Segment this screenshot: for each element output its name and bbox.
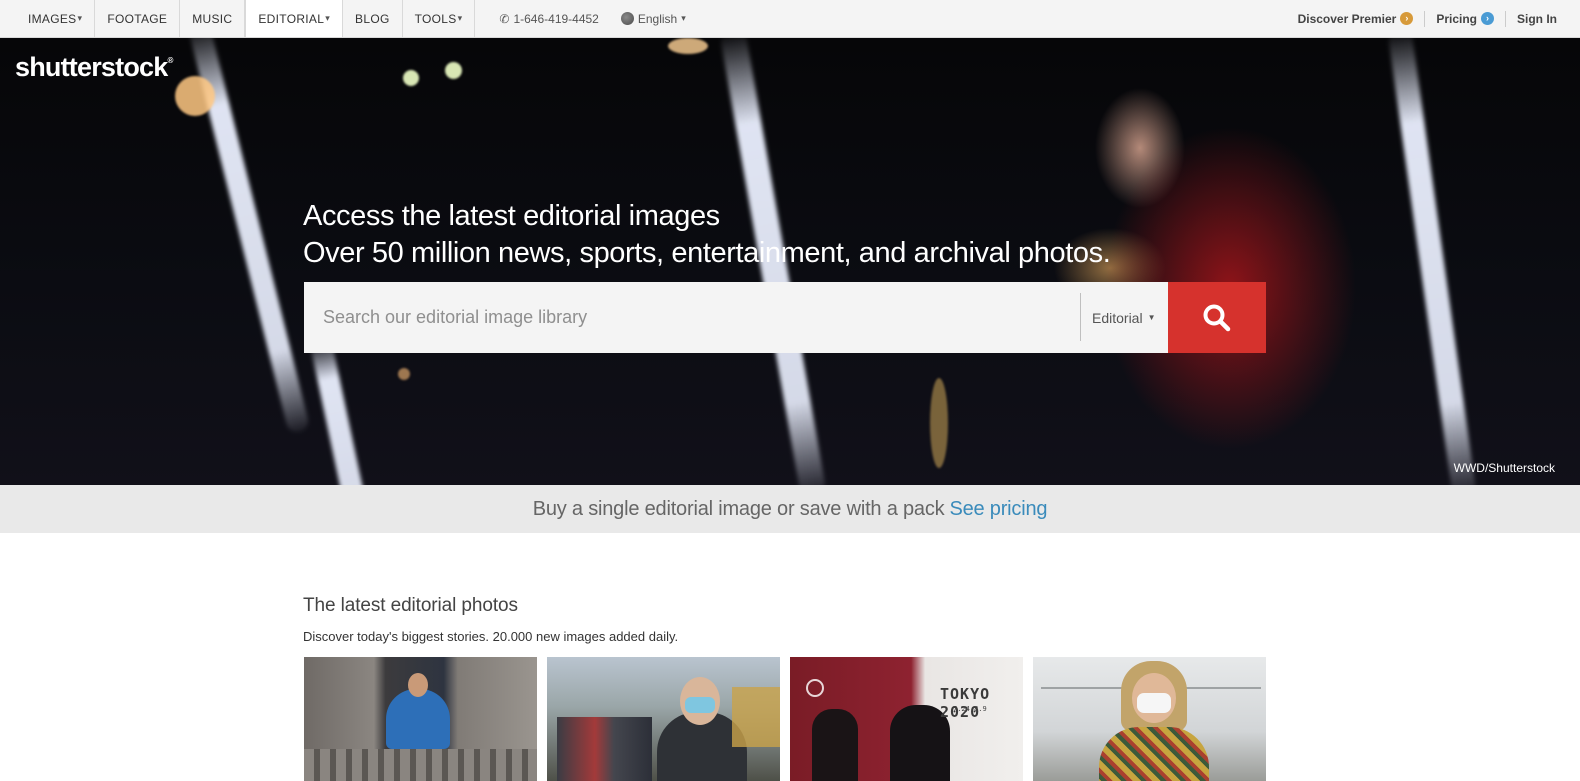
primary-nav: IMAGES ▾ FOOTAGE MUSIC EDITORIAL ▾ BLOG …	[16, 0, 686, 37]
nav-footage[interactable]: FOOTAGE	[95, 0, 181, 37]
nav-editorial-label: EDITORIAL	[258, 11, 325, 26]
tokyo-2020-text: TOKYO 2020	[940, 685, 991, 721]
photo-balustrade	[304, 749, 537, 781]
search-button[interactable]	[1168, 282, 1266, 353]
sign-in-link[interactable]: Sign In	[1505, 10, 1568, 27]
shutterstock-logo[interactable]: shutterstock®	[15, 52, 173, 83]
bokeh-light	[930, 378, 948, 468]
account-nav: Discover Premier › Pricing › Sign In	[1287, 0, 1568, 37]
photo-crowd	[557, 717, 652, 781]
bokeh-light	[398, 368, 410, 380]
top-navigation-bar: IMAGES ▾ FOOTAGE MUSIC EDITORIAL ▾ BLOG …	[0, 0, 1580, 38]
phone-icon: ✆	[499, 11, 510, 26]
photo-silhouette	[812, 709, 858, 781]
nav-footage-label: FOOTAGE	[107, 11, 168, 26]
photo-trees	[732, 687, 780, 747]
photo-credit: WWD/Shutterstock	[1453, 461, 1555, 475]
hero-title: Access the latest editorial images	[303, 200, 720, 232]
section-subtitle: Discover today's biggest stories. 20.000…	[303, 629, 679, 644]
nav-images-label: IMAGES	[28, 11, 77, 26]
bokeh-light	[403, 70, 419, 86]
nav-tools[interactable]: TOOLS ▾	[403, 0, 476, 37]
light-streak	[1387, 38, 1477, 485]
thumb-man-on-balcony[interactable]	[304, 657, 537, 781]
globe-icon	[620, 12, 634, 25]
nav-music-label: MUSIC	[192, 11, 233, 26]
sign-in-label: Sign In	[1517, 11, 1557, 26]
editorial-thumbnails: TOKYO 2020 7.24 8.9	[304, 657, 1266, 781]
nav-music[interactable]: MUSIC	[180, 0, 246, 37]
phone-number[interactable]: ✆ 1-646-419-4452	[499, 12, 598, 26]
thumb-masked-crowd[interactable]	[547, 657, 780, 781]
photo-figure	[386, 689, 450, 749]
bokeh-light	[445, 62, 462, 79]
hero-banner: shutterstock® Access the latest editoria…	[0, 38, 1580, 485]
nav-blog-label: BLOG	[355, 11, 390, 26]
caret-down-icon: ▾	[77, 13, 83, 23]
search-scope-dropdown[interactable]: Editorial ▼	[1080, 282, 1168, 353]
bokeh-light	[668, 38, 708, 54]
tokyo-2020-dates: 7.24 8.9	[953, 705, 987, 713]
nav-images[interactable]: IMAGES ▾	[16, 0, 96, 37]
nav-tools-label: TOOLS	[414, 11, 457, 26]
light-streak	[309, 337, 373, 485]
search-bar: Editorial ▼	[304, 282, 1266, 353]
section-title: The latest editorial photos	[303, 595, 518, 616]
nav-editorial[interactable]: EDITORIAL ▾	[245, 0, 344, 37]
photo-head	[408, 673, 428, 697]
pricing-label: Pricing	[1436, 11, 1477, 26]
caret-down-icon: ▾	[325, 13, 331, 23]
thumb-tokyo-2020[interactable]: TOKYO 2020 7.24 8.9	[790, 657, 1023, 781]
search-icon	[1203, 304, 1231, 331]
contact-and-language: ✆ 1-646-419-4452 English ▾	[499, 0, 685, 37]
caret-down-icon: ▾	[457, 13, 463, 23]
olympic-rings-icon	[806, 679, 824, 697]
search-input[interactable]	[304, 282, 1080, 353]
hero-subtitle: Over 50 million news, sports, entertainm…	[303, 237, 1111, 269]
discover-premier-label: Discover Premier	[1297, 11, 1397, 26]
pricing-strip-text: Buy a single editorial image or save wit…	[532, 497, 945, 520]
caret-down-icon: ▼	[1147, 313, 1156, 322]
photo-mask	[685, 697, 715, 713]
phone-number-text: 1-646-419-4452	[513, 11, 599, 26]
language-selector[interactable]: English ▾	[620, 11, 686, 26]
pricing-link[interactable]: Pricing ›	[1424, 10, 1505, 27]
arrow-right-icon: ›	[1481, 12, 1494, 25]
photo-coat	[1099, 727, 1209, 781]
caret-down-icon: ▾	[681, 13, 686, 23]
pricing-strip: Buy a single editorial image or save wit…	[0, 485, 1580, 533]
nav-blog[interactable]: BLOG	[343, 0, 403, 37]
bokeh-light	[175, 76, 215, 116]
language-label: English	[637, 11, 678, 26]
photo-mask	[1137, 693, 1171, 713]
thumb-masked-woman[interactable]	[1033, 657, 1266, 781]
logo-text: shutterstock	[15, 52, 168, 82]
discover-premier-link[interactable]: Discover Premier ›	[1287, 11, 1425, 27]
arrow-right-icon: ›	[1400, 12, 1414, 25]
see-pricing-link[interactable]: See pricing	[949, 498, 1047, 521]
search-scope-label: Editorial	[1092, 309, 1143, 326]
